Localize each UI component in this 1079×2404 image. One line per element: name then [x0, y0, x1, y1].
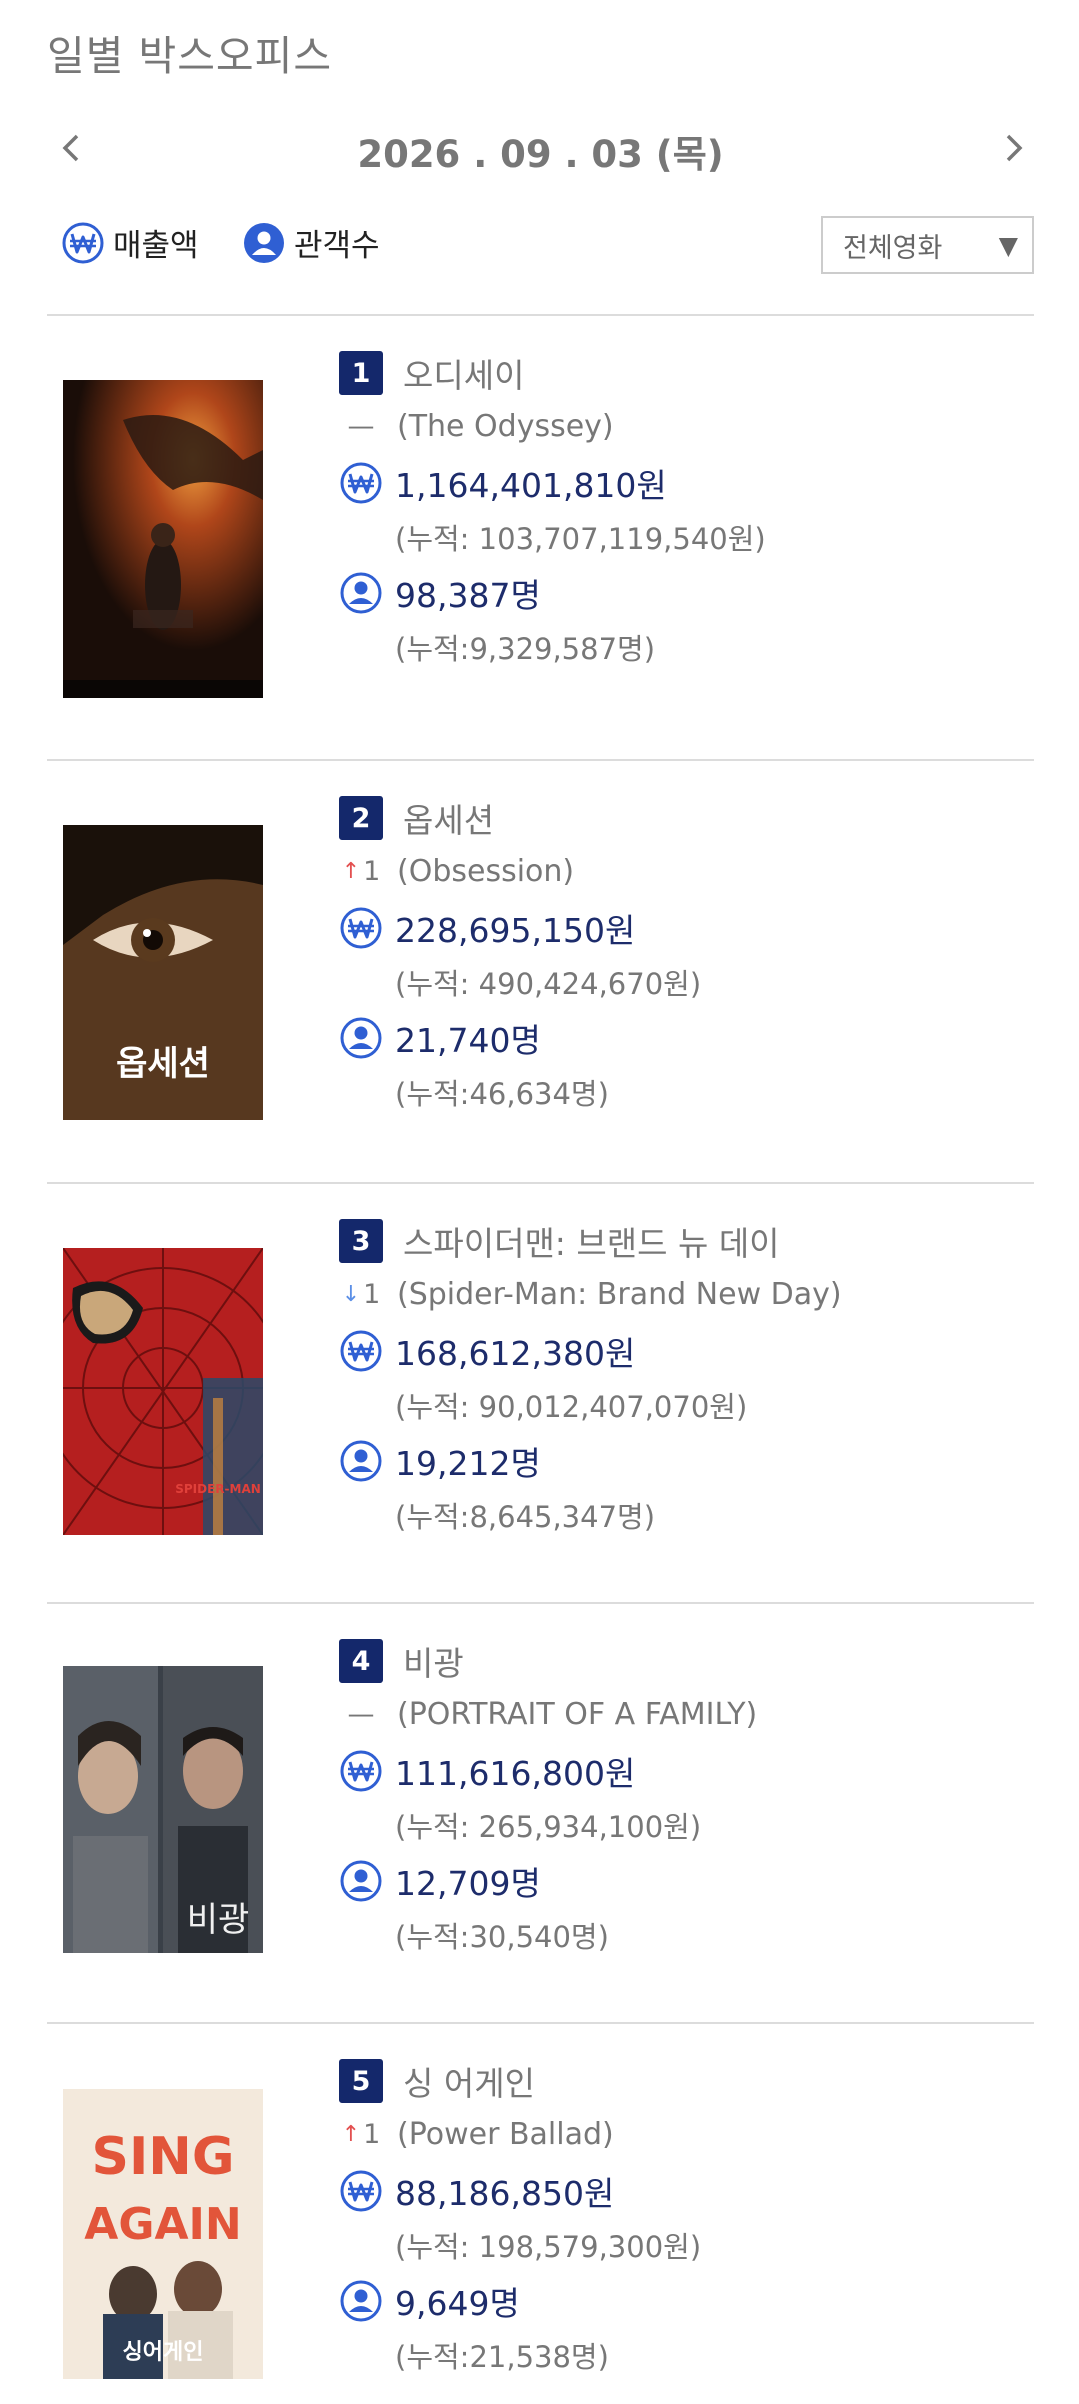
cumulative-audience: (누적:46,634명) — [395, 1077, 609, 1111]
daily-audience: 19,212명 — [395, 1444, 541, 1483]
rank-change: ↑ 1 — [341, 2118, 381, 2150]
movie-poster[interactable]: 비광 — [63, 1666, 263, 1953]
person-icon — [340, 1017, 382, 1059]
daily-sales: 1,164,401,810원 — [395, 466, 667, 505]
won-icon — [340, 462, 382, 504]
rank-badge: 3 — [339, 1219, 383, 1263]
movie-filter-value: 전체영화 — [843, 232, 943, 264]
sort-by-audience-button[interactable]: 관객수 — [242, 220, 380, 265]
chevron-right-icon — [1006, 134, 1023, 162]
rank-change: ↓ 1 — [341, 1278, 381, 1310]
person-icon — [244, 222, 284, 263]
odyssey-poster-image — [63, 380, 263, 698]
movie-poster[interactable]: 옵세션 — [63, 825, 263, 1120]
movie-item: SING AGAIN 싱어게인 5 싱 어게인 ↑ 1 (Power Ballad… — [47, 2058, 1034, 2404]
cumulative-audience: (누적:8,645,347명) — [395, 1500, 656, 1534]
movie-title[interactable]: 비광 — [403, 1637, 464, 1685]
divider — [47, 1182, 1034, 1184]
daily-audience: 21,740명 — [395, 1021, 541, 1060]
poster-title-text: 비광 — [187, 1900, 250, 1940]
sort-by-sales-button[interactable]: 매출액 — [61, 220, 199, 265]
person-icon — [340, 2280, 382, 2322]
next-day-button[interactable] — [990, 126, 1034, 170]
person-icon — [340, 1440, 382, 1482]
movie-filter-select[interactable]: 전체영화 ▼ — [821, 216, 1034, 274]
won-icon — [340, 1750, 382, 1792]
sort-options: 매출액 관객수 전체영화 ▼ — [47, 214, 1034, 274]
arrow-up-icon: ↑ — [341, 2121, 361, 2147]
person-icon — [340, 572, 382, 614]
daily-sales: 111,616,800원 — [395, 1754, 636, 1793]
rank-change: — — [347, 410, 375, 442]
current-date: 2026 . 09 . 03 (목) — [357, 133, 724, 176]
movie-title-english: (Spider-Man: Brand New Day) — [397, 1276, 842, 1312]
cumulative-audience: (누적:21,538명) — [395, 2340, 609, 2374]
movie-title[interactable]: 옵세션 — [403, 794, 494, 842]
cumulative-audience: (누적:9,329,587명) — [395, 632, 656, 666]
won-icon — [62, 222, 104, 263]
cumulative-sales: (누적: 265,934,100원) — [395, 1810, 702, 1844]
cumulative-audience: (누적:30,540명) — [395, 1920, 609, 1954]
daily-sales: 168,612,380원 — [395, 1334, 636, 1373]
page-title: 일별 박스오피스 — [47, 32, 333, 80]
divider — [47, 759, 1034, 761]
daily-sales: 88,186,850원 — [395, 2174, 615, 2213]
person-icon — [340, 1860, 382, 1902]
poster-title-text: 옵세션 — [116, 1044, 210, 1084]
rank-badge: 4 — [339, 1639, 383, 1683]
daily-audience: 12,709명 — [395, 1864, 541, 1903]
svg-text:SPIDER-MAN: SPIDER-MAN — [175, 1482, 261, 1496]
portrait-of-a-family-poster-image: 비광 — [63, 1666, 263, 1953]
rank-change: — — [347, 1698, 375, 1730]
rank-badge: 5 — [339, 2059, 383, 2103]
divider — [47, 1602, 1034, 1604]
won-icon — [340, 1330, 382, 1372]
cumulative-sales: (누적: 103,707,119,540원) — [395, 522, 766, 556]
dropdown-caret-icon: ▼ — [998, 231, 1018, 260]
movie-poster[interactable]: SPIDER-MAN — [63, 1248, 263, 1535]
movie-item: SPIDER-MAN 3 스파이더맨: 브랜드 뉴 데이 ↓ 1 (Spider-… — [47, 1218, 1034, 1578]
cumulative-sales: (누적: 490,424,670원) — [395, 967, 702, 1001]
divider — [47, 2022, 1034, 2024]
sort-by-sales-label: 매출액 — [113, 228, 199, 264]
movie-poster[interactable] — [63, 380, 263, 698]
poster-title-text: AGAIN — [84, 2199, 241, 2250]
cumulative-sales: (누적: 198,579,300원) — [395, 2230, 702, 2264]
cumulative-sales: (누적: 90,012,407,070원) — [395, 1390, 748, 1424]
sort-by-audience-label: 관객수 — [294, 228, 380, 264]
obsession-poster-image: 옵세션 — [63, 825, 263, 1120]
movie-poster[interactable]: SING AGAIN 싱어게인 — [63, 2089, 263, 2379]
daily-audience: 98,387명 — [395, 576, 541, 615]
poster-title-text: SING — [92, 2127, 235, 2187]
movie-title[interactable]: 오디세이 — [403, 349, 524, 397]
rank-badge: 1 — [339, 351, 383, 395]
movie-title[interactable]: 스파이더맨: 브랜드 뉴 데이 — [403, 1217, 780, 1265]
movie-title-english: (Power Ballad) — [397, 2116, 614, 2152]
arrow-down-icon: ↓ — [341, 1281, 361, 1307]
movie-title-english: (PORTRAIT OF A FAMILY) — [397, 1696, 758, 1732]
daily-audience: 9,649명 — [395, 2284, 520, 2323]
movie-item: 옵세션 2 옵세션 ↑ 1 (Obsession) 228,695,150원 (누… — [47, 795, 1034, 1155]
arrow-up-icon: ↑ — [341, 858, 361, 884]
date-navigation: 2026 . 09 . 03 (목) — [47, 120, 1034, 180]
rank-change: ↑ 1 — [341, 855, 381, 887]
movie-item: 비광 4 비광 — (PORTRAIT OF A FAMILY) 111,616… — [47, 1638, 1034, 1998]
movie-title-english: (The Odyssey) — [397, 408, 614, 444]
sing-again-poster-image: SING AGAIN 싱어게인 — [63, 2089, 263, 2379]
won-icon — [340, 907, 382, 949]
won-icon — [340, 2170, 382, 2212]
daily-sales: 228,695,150원 — [395, 911, 636, 950]
spiderman-poster-image: SPIDER-MAN — [63, 1248, 263, 1535]
rank-badge: 2 — [339, 796, 383, 840]
movie-item: 1 오디세이 — (The Odyssey) 1,164,401,810원 (누… — [47, 350, 1034, 710]
poster-title-text: 싱어게인 — [123, 2340, 204, 2365]
movie-title-english: (Obsession) — [397, 853, 575, 889]
divider — [47, 314, 1034, 316]
movie-title[interactable]: 싱 어게인 — [403, 2057, 535, 2105]
